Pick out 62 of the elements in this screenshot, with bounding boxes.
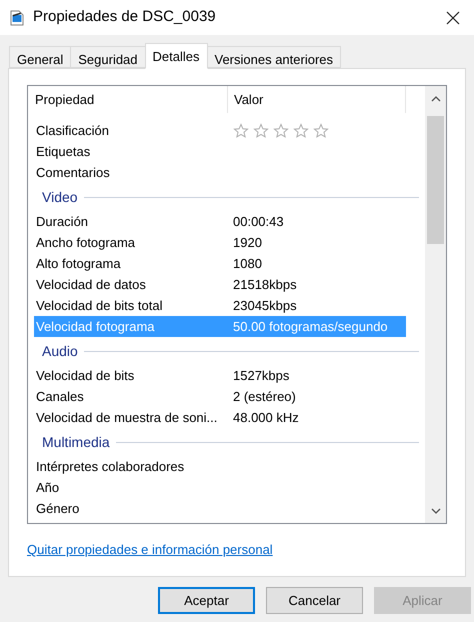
video-file-icon	[10, 10, 24, 26]
tab[interactable]: Seguridad	[70, 46, 146, 68]
property-name: Clasificación	[35, 122, 110, 140]
property-name: Velocidad de bits total	[35, 296, 164, 315]
tab[interactable]: Detalles	[144, 43, 208, 69]
property-value: 1080	[233, 254, 262, 273]
property-row[interactable]: Ancho fotograma 1920	[34, 232, 406, 253]
dialog-button[interactable]: Aceptar	[158, 587, 255, 614]
property-name: Intérpretes colaboradores	[35, 458, 186, 476]
property-row[interactable]: Intérpretes colaboradores	[34, 456, 406, 477]
property-value: 2 (estéreo)	[233, 388, 296, 406]
property-name: Canales	[35, 388, 85, 406]
property-row[interactable]: Canales 2 (estéreo)	[34, 386, 406, 407]
property-value: 48.000 kHz	[233, 408, 299, 427]
property-row[interactable]: Clasificación	[34, 120, 406, 141]
property-name: Año	[35, 478, 60, 497]
property-row[interactable]: Velocidad de datos 21518kbps	[34, 274, 406, 295]
property-row[interactable]: Etiquetas	[34, 141, 406, 162]
property-name: Comentarios	[35, 164, 111, 182]
scroll-thumb[interactable]	[427, 116, 444, 244]
scroll-up-icon[interactable]	[430, 96, 440, 102]
property-row[interactable]: Velocidad de muestra de soni... 48.000 kHz	[34, 407, 406, 428]
property-row[interactable]: Comentarios	[34, 162, 406, 183]
property-row[interactable]: Velocidad de bits total 23045kbps	[34, 295, 406, 316]
column-header[interactable]: Propiedad	[28, 86, 228, 113]
property-name: Velocidad fotograma	[35, 318, 156, 336]
property-name: Duración	[35, 212, 90, 231]
property-value: 1920	[233, 234, 262, 252]
star-icon[interactable]	[253, 122, 269, 138]
property-row[interactable]: Duración 00:00:43	[34, 211, 406, 232]
close-icon[interactable]	[446, 10, 460, 24]
property-row[interactable]: Año	[34, 477, 406, 498]
property-value: 23045kbps	[233, 296, 297, 315]
scroll-down-icon[interactable]	[430, 508, 440, 514]
group-heading: Video	[42, 190, 78, 204]
property-value: 00:00:43	[233, 212, 284, 231]
window-title: Propiedades de DSC_0039	[33, 7, 217, 28]
tab[interactable]: Versiones anteriores	[206, 46, 342, 68]
star-icon[interactable]	[233, 122, 249, 138]
column-header[interactable]: Valor	[228, 86, 406, 113]
property-row[interactable]: Género	[34, 498, 406, 519]
dialog-button[interactable]: Cancelar	[266, 587, 363, 614]
property-value: 21518kbps	[233, 276, 297, 294]
property-name: Género	[35, 500, 80, 518]
group-heading: Audio	[42, 344, 78, 358]
star-icon[interactable]	[273, 122, 289, 138]
group-heading: Multimedia	[42, 435, 110, 449]
star-icon[interactable]	[293, 122, 309, 138]
property-value: 50.00 fotogramas/segundo	[233, 318, 388, 336]
property-row[interactable]: Velocidad de bits 1527kbps	[34, 365, 406, 386]
scrollbar[interactable]	[425, 86, 446, 523]
property-row[interactable]: Alto fotograma 1080	[34, 253, 406, 274]
property-name: Alto fotograma	[35, 254, 122, 273]
property-name: Velocidad de bits	[35, 366, 136, 385]
property-name: Velocidad de datos	[35, 276, 147, 294]
property-value: 1527kbps	[233, 366, 290, 385]
property-name: Ancho fotograma	[35, 234, 136, 252]
remove-properties-link[interactable]: Quitar propiedades e información personal	[27, 540, 273, 560]
property-name: Velocidad de muestra de soni...	[35, 408, 218, 427]
tab[interactable]: General	[9, 46, 72, 68]
property-name: Etiquetas	[35, 142, 92, 161]
star-icon[interactable]	[313, 122, 329, 138]
